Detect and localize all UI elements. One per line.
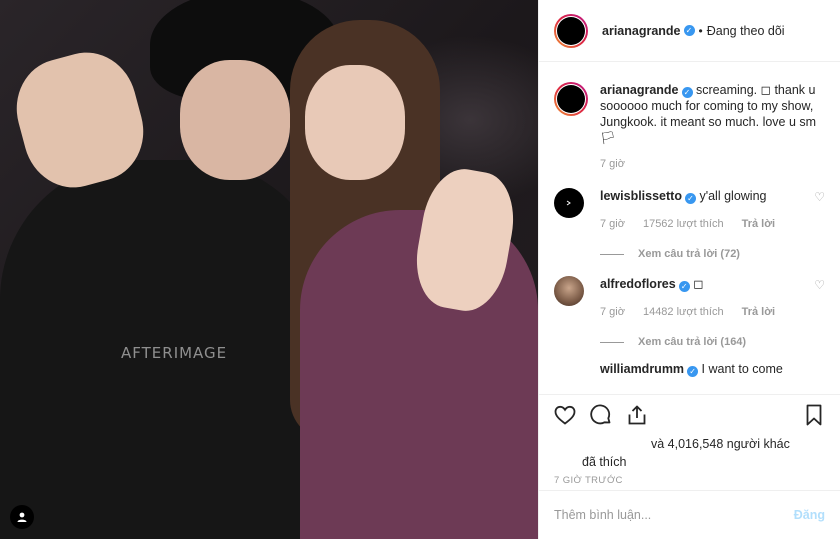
reply-button[interactable]: Trả lời bbox=[742, 304, 776, 320]
user-icon bbox=[17, 512, 27, 522]
comment-item: alfredoflores ✓ ◻ 7 giờ 14482 lượt thích … bbox=[554, 276, 825, 320]
replies-divider bbox=[600, 341, 624, 343]
author-username[interactable]: arianagrande bbox=[602, 24, 681, 38]
caption-username[interactable]: arianagrande bbox=[600, 83, 679, 97]
view-replies-label: Xem câu trả lời (72) bbox=[638, 248, 740, 260]
comment-username[interactable]: lewisblissetto bbox=[600, 189, 682, 203]
header-separator: • bbox=[698, 23, 703, 38]
post-actions: và 4,016,548 người khác đã thích 7 GIỜ T… bbox=[539, 394, 840, 486]
replies-divider bbox=[600, 253, 624, 255]
caption-avatar[interactable] bbox=[554, 82, 588, 116]
bookmark-icon bbox=[806, 404, 822, 426]
comment-time[interactable]: 7 giờ bbox=[600, 304, 625, 320]
comments-list[interactable]: arianagrande ✓ screaming. ◻ thank u soooo… bbox=[539, 62, 840, 394]
post-timestamp[interactable]: 7 GIỜ TRƯỚC bbox=[551, 475, 828, 486]
commenter-avatar[interactable] bbox=[554, 276, 584, 306]
commenter-avatar[interactable] bbox=[554, 188, 584, 218]
save-button[interactable] bbox=[800, 401, 828, 429]
comment-item: lewisblissetto ✓ y'all glowing 7 giờ 1756… bbox=[554, 188, 825, 232]
comment-text: I want to come bbox=[701, 362, 783, 376]
post-comment-button[interactable]: Đăng bbox=[794, 508, 825, 522]
likes-summary[interactable]: và 4,016,548 người khác đã thích bbox=[551, 435, 828, 471]
shirt-print: AFTERIMAGE bbox=[121, 344, 228, 362]
verified-icon: ✓ bbox=[683, 25, 695, 36]
likes-count[interactable]: và 4,016,548 người khác bbox=[551, 435, 828, 453]
chevron-logo-icon bbox=[566, 200, 571, 206]
instagram-post: AFTERIMAGE arianagrande ✓ • Đang theo dõ… bbox=[0, 0, 840, 539]
tagged-user-button[interactable] bbox=[10, 505, 34, 529]
post-header: arianagrande ✓ • Đang theo dõi bbox=[539, 0, 840, 62]
share-button[interactable] bbox=[623, 401, 651, 429]
view-replies-button[interactable]: Xem câu trả lời (164) bbox=[600, 336, 825, 348]
like-button[interactable] bbox=[551, 401, 579, 429]
author-avatar[interactable] bbox=[554, 13, 588, 48]
following-button[interactable]: Đang theo dõi bbox=[707, 24, 785, 38]
verified-icon: ✓ bbox=[687, 366, 699, 377]
heart-icon bbox=[554, 405, 576, 425]
heart-outline-icon[interactable]: ♡ bbox=[814, 278, 825, 292]
comment-text: y'all glowing bbox=[699, 189, 767, 203]
view-replies-button[interactable]: Xem câu trả lời (72) bbox=[600, 248, 825, 260]
share-icon bbox=[628, 405, 646, 425]
comment-username[interactable]: williamdrumm bbox=[600, 362, 684, 376]
person-left-face bbox=[180, 60, 290, 180]
comment-input[interactable] bbox=[554, 508, 794, 522]
comment-likes[interactable]: 17562 lượt thích bbox=[643, 216, 724, 232]
comment-bubble-icon bbox=[590, 404, 611, 425]
caption: arianagrande ✓ screaming. ◻ thank u soooo… bbox=[554, 82, 825, 172]
person-right-face bbox=[305, 65, 405, 180]
reply-button[interactable]: Trả lời bbox=[742, 216, 776, 232]
post-photo[interactable]: AFTERIMAGE bbox=[0, 0, 538, 539]
comment-text: ◻ bbox=[693, 277, 704, 291]
comment-username[interactable]: alfredoflores bbox=[600, 277, 676, 291]
verified-icon: ✓ bbox=[684, 193, 696, 204]
verified-icon: ✓ bbox=[678, 281, 690, 292]
comment-time[interactable]: 7 giờ bbox=[600, 216, 625, 232]
verified-icon: ✓ bbox=[681, 87, 693, 98]
view-replies-label: Xem câu trả lời (164) bbox=[638, 336, 747, 348]
comment-button[interactable] bbox=[587, 401, 615, 429]
post-sidebar: arianagrande ✓ • Đang theo dõi arianagra… bbox=[538, 0, 840, 539]
likes-suffix: đã thích bbox=[582, 455, 627, 469]
comment-likes[interactable]: 14482 lượt thích bbox=[643, 304, 724, 320]
add-comment-bar: Đăng bbox=[539, 490, 840, 539]
caption-time: 7 giờ bbox=[600, 158, 625, 170]
heart-outline-icon[interactable]: ♡ bbox=[814, 190, 825, 204]
comment-item-partial: williamdrumm ✓ I want to come bbox=[600, 362, 825, 377]
